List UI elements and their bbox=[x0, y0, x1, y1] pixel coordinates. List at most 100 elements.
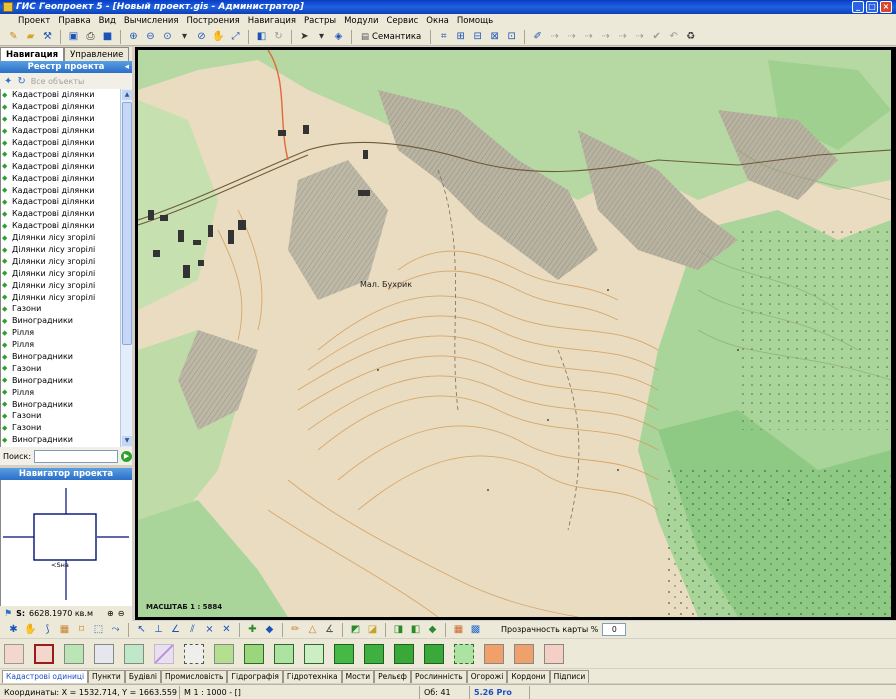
zoom-previous-icon[interactable]: ⊘ bbox=[194, 29, 209, 44]
snap-icon[interactable]: ↖ bbox=[134, 622, 149, 637]
export-icon[interactable]: ■ bbox=[100, 29, 115, 44]
grid-tool-icon[interactable]: ▦ bbox=[57, 622, 72, 637]
select-arrow-icon[interactable]: ➤ bbox=[297, 29, 312, 44]
menu-edit[interactable]: Правка bbox=[54, 16, 94, 26]
layer-list-item[interactable]: ◆ Рілля bbox=[1, 327, 120, 339]
arrow-disabled-icon[interactable]: ⇢ bbox=[564, 29, 579, 44]
pin-icon[interactable]: ✦ bbox=[4, 76, 12, 87]
navigator-viewport[interactable] bbox=[33, 513, 97, 561]
layer-visibility-icon[interactable]: ◆ bbox=[2, 305, 12, 313]
style-swatch[interactable] bbox=[274, 643, 294, 664]
layer-list-item[interactable]: ◆ Виноградники bbox=[1, 398, 120, 410]
style-swatch[interactable] bbox=[304, 643, 324, 664]
layer-visibility-icon[interactable]: ◆ bbox=[2, 424, 12, 432]
style-swatch[interactable] bbox=[364, 643, 384, 664]
menu-constructions[interactable]: Построения bbox=[183, 16, 244, 26]
tab-navigation[interactable]: Навигация bbox=[0, 47, 65, 61]
layer-visibility-icon[interactable]: ◆ bbox=[2, 174, 12, 182]
undo-icon[interactable]: ↶ bbox=[666, 29, 681, 44]
layer-visibility-icon[interactable]: ◆ bbox=[2, 436, 12, 444]
layer-list-item[interactable]: ◆ Кадастрові ділянки bbox=[1, 137, 120, 149]
triangle-icon[interactable]: △ bbox=[305, 622, 320, 637]
measure-icon[interactable]: ✏ bbox=[288, 622, 303, 637]
layer-list-item[interactable]: ◆ Виноградники bbox=[1, 374, 120, 386]
save-icon[interactable]: ▣ bbox=[66, 29, 81, 44]
refresh-icon[interactable]: ↻ bbox=[17, 76, 25, 87]
object-tab[interactable]: Мости bbox=[341, 670, 375, 683]
layer-list-item[interactable]: ◆ Кадастрові ділянки bbox=[1, 172, 120, 184]
split-icon[interactable]: ⊟ bbox=[470, 29, 485, 44]
layer-visibility-icon[interactable]: ◆ bbox=[2, 91, 12, 99]
checkmark-icon[interactable]: ✔ bbox=[649, 29, 664, 44]
layer-visibility-icon[interactable]: ◆ bbox=[2, 162, 12, 170]
zoom-extent-icon[interactable]: ⤢ bbox=[228, 29, 243, 44]
layer-list-item[interactable]: ◆ Виноградники bbox=[1, 434, 120, 446]
angle-measure-icon[interactable]: ∡ bbox=[322, 622, 337, 637]
transparency-input[interactable] bbox=[602, 623, 627, 636]
maximize-button[interactable]: □ bbox=[866, 1, 878, 13]
layer-visibility-icon[interactable]: ◆ bbox=[2, 210, 12, 218]
style-swatch[interactable] bbox=[484, 643, 504, 664]
layer-visibility-icon[interactable]: ◆ bbox=[2, 127, 12, 135]
layer-visibility-icon[interactable]: ◆ bbox=[2, 388, 12, 396]
palette-icon[interactable]: ▦ bbox=[451, 622, 466, 637]
close-button[interactable]: × bbox=[880, 1, 892, 13]
hand-tool-icon[interactable]: ✋ bbox=[23, 622, 38, 637]
layer-visibility-icon[interactable]: ◆ bbox=[2, 317, 12, 325]
layer-visibility-icon[interactable]: ◆ bbox=[2, 293, 12, 301]
select-dropdown-icon[interactable]: ▾ bbox=[314, 29, 329, 44]
layer-add-icon[interactable]: ◩ bbox=[348, 622, 363, 637]
all-objects-label[interactable]: Все объекты bbox=[31, 77, 85, 86]
layer-visibility-icon[interactable]: ◆ bbox=[2, 186, 12, 194]
layer-list-item[interactable]: ◆ Кадастрові ділянки bbox=[1, 89, 120, 101]
cross-icon[interactable]: ✕ bbox=[219, 622, 234, 637]
layer-visibility-icon[interactable]: ◆ bbox=[2, 246, 12, 254]
object-tab[interactable]: Кордони bbox=[507, 670, 550, 683]
style-swatch[interactable] bbox=[544, 643, 564, 664]
layer-list-item[interactable]: ◆ Ділянки лісу згорілі bbox=[1, 244, 120, 256]
open-folder-icon[interactable]: ▰ bbox=[23, 29, 38, 44]
layer-list-item[interactable]: ◆ Газони bbox=[1, 362, 120, 374]
layer-list-item[interactable]: ◆ Газони bbox=[1, 422, 120, 434]
style-swatch[interactable] bbox=[124, 643, 144, 664]
menu-calculations[interactable]: Вычисления bbox=[120, 16, 183, 26]
layer-list-item[interactable]: ◆ Кадастрові ділянки bbox=[1, 208, 120, 220]
arrow-disabled-icon[interactable]: ⇢ bbox=[615, 29, 630, 44]
layer-list-item[interactable]: ◆ Ділянки лісу згорілі bbox=[1, 255, 120, 267]
layer-list-item[interactable]: ◆ Кадастрові ділянки bbox=[1, 196, 120, 208]
refresh-icon[interactable]: ↻ bbox=[271, 29, 286, 44]
parallel-icon[interactable]: ⫽ bbox=[185, 622, 200, 637]
layer-move-icon[interactable]: ◨ bbox=[391, 622, 406, 637]
zoom-in-icon[interactable]: ⊕ bbox=[126, 29, 141, 44]
object-tab[interactable]: Будівлі bbox=[124, 670, 161, 683]
layer-list-item[interactable]: ◆ Кадастрові ділянки bbox=[1, 101, 120, 113]
semantic-button[interactable]: ▤ Семантика bbox=[357, 32, 425, 42]
layer-edit-icon[interactable]: ◧ bbox=[408, 622, 423, 637]
search-go-icon[interactable]: ▶ bbox=[121, 450, 132, 462]
object-tab[interactable]: Огорожі bbox=[466, 670, 508, 683]
map-canvas[interactable]: Мал. Бухрик МАСШТАБ 1 : 5884 bbox=[138, 50, 891, 617]
perpendicular-icon[interactable]: ⊥ bbox=[151, 622, 166, 637]
select-rect-icon[interactable]: ⬚ bbox=[91, 622, 106, 637]
layer-export-icon[interactable]: ◆ bbox=[425, 622, 440, 637]
search-input[interactable] bbox=[34, 449, 119, 463]
layer-list-item[interactable]: ◆ Виноградники bbox=[1, 315, 120, 327]
layer-visibility-icon[interactable]: ◆ bbox=[2, 150, 12, 158]
layer-list-item[interactable]: ◆ Ділянки лісу згорілі bbox=[1, 279, 120, 291]
style-swatch[interactable] bbox=[94, 643, 114, 664]
layer-copy-icon[interactable]: ◪ bbox=[365, 622, 380, 637]
layer-visibility-icon[interactable]: ◆ bbox=[2, 139, 12, 147]
project-navigator[interactable]: <Sна bbox=[0, 480, 132, 606]
style-swatch[interactable] bbox=[424, 643, 444, 664]
layer-visibility-icon[interactable]: ◆ bbox=[2, 364, 12, 372]
style-swatch[interactable] bbox=[244, 643, 264, 664]
layer-list-item[interactable]: ◆ Кадастрові ділянки bbox=[1, 148, 120, 160]
layer-visibility-icon[interactable]: ◆ bbox=[2, 257, 12, 265]
draw-polyline-icon[interactable]: ⟆ bbox=[40, 622, 55, 637]
point-tool-icon[interactable]: ✱ bbox=[6, 622, 21, 637]
layer-list-item[interactable]: ◆ Газони bbox=[1, 410, 120, 422]
layer-visibility-icon[interactable]: ◆ bbox=[2, 400, 12, 408]
angle-icon[interactable]: ∠ bbox=[168, 622, 183, 637]
menu-navigation[interactable]: Навигация bbox=[244, 16, 300, 26]
layer-list-scrollbar[interactable]: ▲ ▼ bbox=[120, 89, 132, 447]
